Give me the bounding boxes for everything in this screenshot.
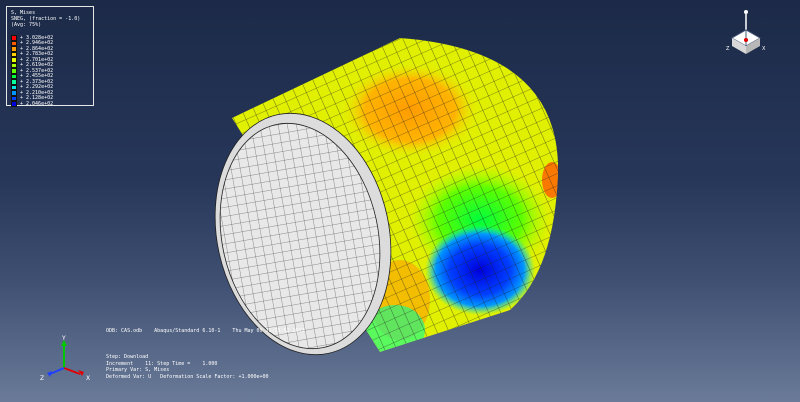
legend-entry: + 2.046e+02 (11, 101, 53, 107)
contour-legend: S, Mises SNEG, (fraction = -1.0) (Avg: 7… (6, 6, 94, 107)
legend-value: + 2.046e+02 (20, 100, 54, 107)
legend-title-line-3: (Avg: 75%) (11, 22, 42, 28)
triad-y-label: Y (61, 335, 66, 342)
model-viewport[interactable] (0, 0, 800, 402)
view-cube-icon[interactable]: Z X (722, 6, 770, 58)
legend-swatch (11, 101, 17, 107)
deformed-var-line: Deformed Var: U Deformation Scale Factor… (106, 373, 269, 380)
odb-info: ODB: CAS.odb Abaqus/Standard 6.10-1 Thu … (106, 328, 305, 334)
step-info: Step: Download Increment 11: Step Time = … (106, 354, 269, 380)
triad-x-label: X (86, 375, 90, 382)
triad-z-label: Z (40, 375, 44, 382)
view-x-label: X (762, 46, 766, 52)
legend-color-scale: + 3.028e+02 + 2.946e+02 + 2.864e+02 + 2.783… (11, 35, 53, 107)
view-z-label: Z (726, 46, 730, 52)
coordinate-triad: Y X Z (40, 335, 90, 382)
